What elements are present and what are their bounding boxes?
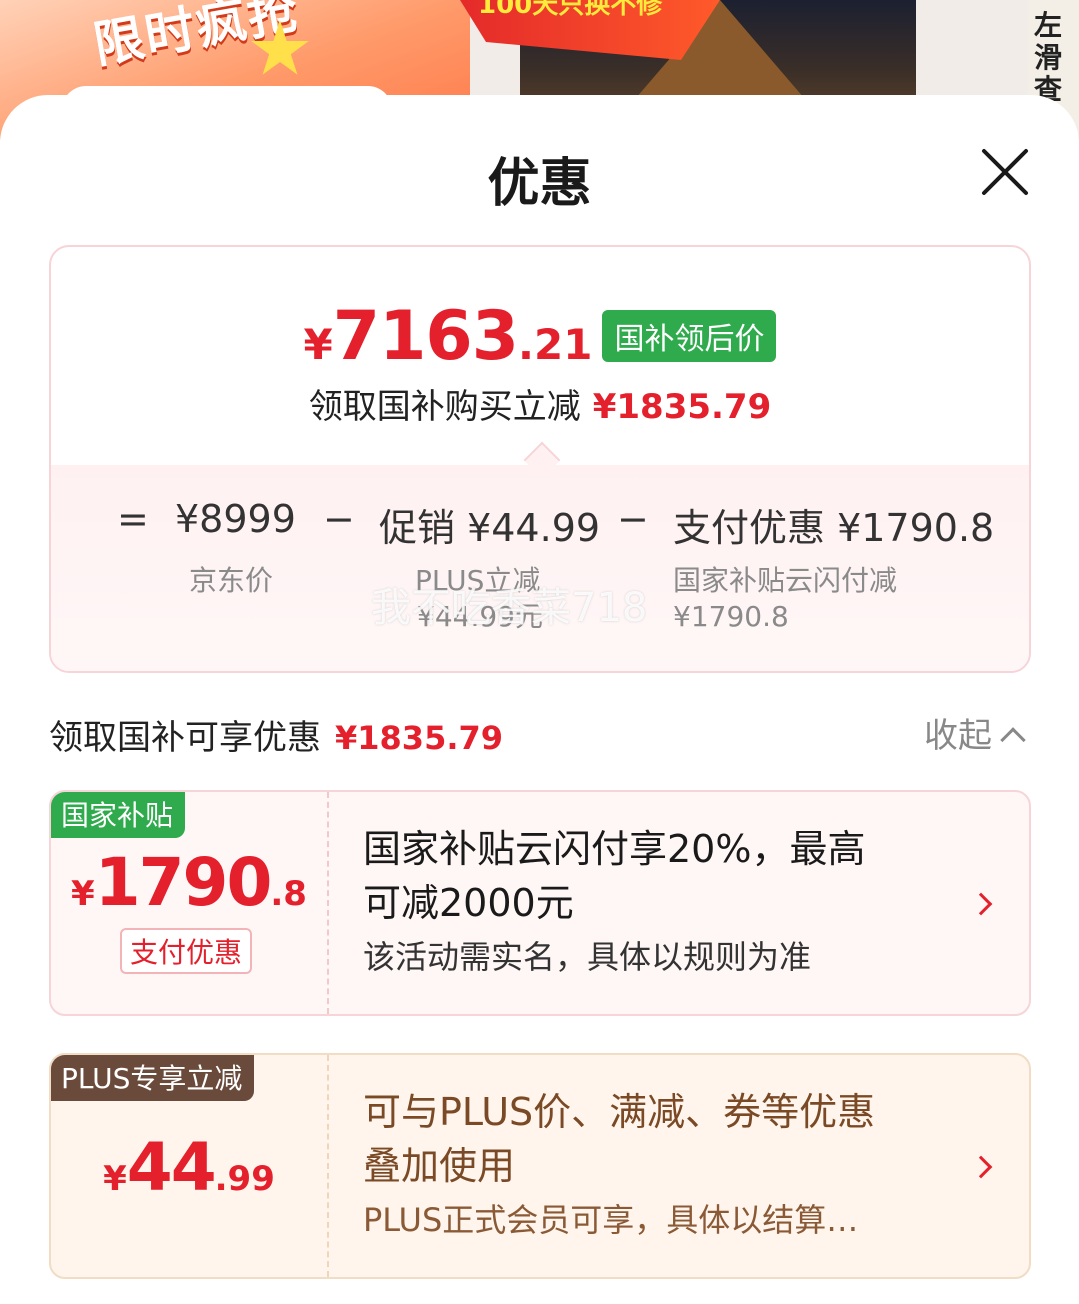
collapse-label: 收起 bbox=[924, 716, 992, 756]
chevron-right-icon[interactable] bbox=[969, 892, 993, 916]
watermark: 我不吃香菜718 bbox=[371, 585, 648, 631]
coupon-amount: ¥1790.8 bbox=[71, 844, 307, 921]
coupon-type-badge: 支付优惠 bbox=[120, 928, 253, 974]
price-type-badge: 国补领后价 bbox=[602, 310, 777, 362]
background-banner-text: 100天只换不修 bbox=[478, 0, 663, 20]
coupon-main-line1: 可与PLUS价、满减、券等优惠 bbox=[363, 1090, 876, 1134]
coupon-card-national-subsidy[interactable]: 国家补贴 ¥1790.8 支付优惠 国家补贴云闪付享20%，最高 可减2000元… bbox=[49, 790, 1031, 1016]
sheet-title: 优惠 bbox=[487, 154, 592, 214]
section-title-amount: ¥1835.79 bbox=[335, 719, 504, 757]
saving-amount: ¥1835.79 bbox=[592, 387, 772, 427]
coupon-main-line1: 国家补贴云闪付享20%，最高 bbox=[363, 827, 866, 871]
final-price: ¥7163.21 bbox=[303, 297, 593, 376]
coupon-tag: PLUS专享立减 bbox=[51, 1055, 255, 1101]
base-price: ¥8999 bbox=[175, 497, 296, 541]
dashed-divider bbox=[327, 1055, 329, 1277]
payment-discount: 支付优惠 ¥1790.8 bbox=[673, 506, 995, 550]
dashed-divider bbox=[327, 792, 329, 1014]
coupon-amount-panel: 国家补贴 ¥1790.8 支付优惠 bbox=[51, 792, 327, 1014]
coupon-description: 可与PLUS价、满减、券等优惠 叠加使用 PLUS正式会员可享，具体以结算… bbox=[363, 1085, 943, 1243]
collapse-button[interactable]: 收起 bbox=[924, 708, 1026, 757]
price-summary-card: ¥7163.21 国补领后价 领取国补购买立减 ¥1835.79 = ¥8999 −… bbox=[49, 245, 1031, 673]
background-side-text: 左滑查 bbox=[1034, 9, 1063, 106]
section-title: 领取国补可享优惠 ¥1835.79 bbox=[49, 710, 503, 759]
equals-sign: = bbox=[117, 497, 149, 541]
saving-label: 领取国补购买立减 bbox=[308, 387, 581, 427]
coupon-card-plus[interactable]: PLUS专享立减 ¥44.99 可与PLUS价、满减、券等优惠 叠加使用 PLU… bbox=[49, 1053, 1031, 1279]
chevron-up-icon bbox=[1000, 727, 1026, 753]
promo-discount: 促销 ¥44.99 bbox=[379, 506, 601, 550]
base-price-caption: 京东价 bbox=[189, 564, 274, 597]
discount-sheet: 优惠 ¥7163.21 国补领后价 领取国补购买立减 ¥1835.79 = ¥899… bbox=[0, 95, 1079, 1304]
coupon-amount-panel: PLUS专享立减 ¥44.99 bbox=[51, 1055, 327, 1277]
chevron-right-icon[interactable] bbox=[969, 1155, 993, 1179]
close-icon[interactable] bbox=[978, 145, 1032, 199]
saving-summary: 领取国补购买立减 ¥1835.79 bbox=[51, 379, 1029, 428]
coupon-description: 国家补贴云闪付享20%，最高 可减2000元 该活动需实名，具体以规则为准 bbox=[363, 822, 943, 980]
coupon-tag: 国家补贴 bbox=[51, 792, 186, 838]
coupon-main-line2: 可减2000元 bbox=[363, 881, 574, 925]
price-equation: = ¥8999 − 促销 ¥44.99 − 支付优惠 ¥1790.8 bbox=[51, 497, 1029, 550]
coupon-sub-text: 该活动需实名，具体以规则为准 bbox=[363, 938, 812, 976]
coupon-sub-text: PLUS正式会员可享，具体以结算… bbox=[363, 1201, 859, 1239]
minus-sign: − bbox=[617, 497, 649, 541]
coupon-amount: ¥44.99 bbox=[103, 1129, 275, 1206]
section-title-label: 领取国补可享优惠 bbox=[49, 718, 321, 758]
pay-caption-line2: ¥1790.8 bbox=[673, 600, 789, 633]
minus-sign: − bbox=[323, 497, 355, 541]
final-price-row: ¥7163.21 国补领后价 bbox=[51, 297, 1029, 376]
coupon-main-line2: 叠加使用 bbox=[363, 1144, 516, 1188]
pay-caption-line1: 国家补贴云闪付减 bbox=[673, 564, 898, 597]
